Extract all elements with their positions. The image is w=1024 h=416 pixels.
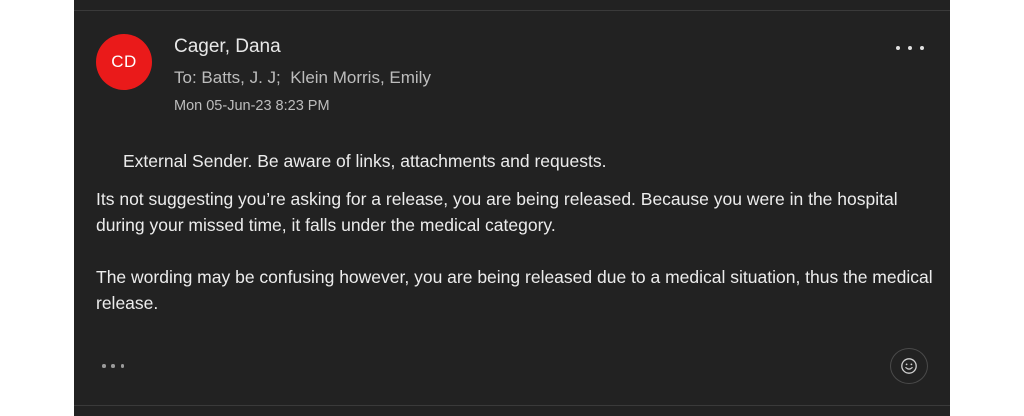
top-divider <box>74 10 950 11</box>
external-sender-notice: External Sender. Be aware of links, atta… <box>123 151 607 171</box>
avatar-initials: CD <box>111 52 137 71</box>
more-horizontal-icon <box>896 46 900 50</box>
ellipsis-icon <box>102 364 106 368</box>
more-options-button[interactable] <box>896 36 924 60</box>
bottom-divider <box>74 405 950 406</box>
avatar[interactable]: CD <box>96 34 152 90</box>
sender-name[interactable]: Cager, Dana <box>174 36 281 58</box>
email-message-card: CD Cager, Dana To: Batts, J. J; Klein Mo… <box>74 0 950 416</box>
recipients-line[interactable]: To: Batts, J. J; Klein Morris, Emily <box>174 68 431 88</box>
reaction-button[interactable] <box>890 348 928 384</box>
right-margin <box>950 0 1024 416</box>
body-paragraph: The wording may be confusing however, yo… <box>96 267 933 313</box>
left-margin <box>0 0 74 416</box>
show-more-button[interactable] <box>102 360 124 372</box>
smiley-icon <box>901 358 917 374</box>
sent-date: Mon 05-Jun-23 8:23 PM <box>174 98 330 114</box>
body-paragraph: Its not suggesting you’re asking for a r… <box>96 189 898 235</box>
